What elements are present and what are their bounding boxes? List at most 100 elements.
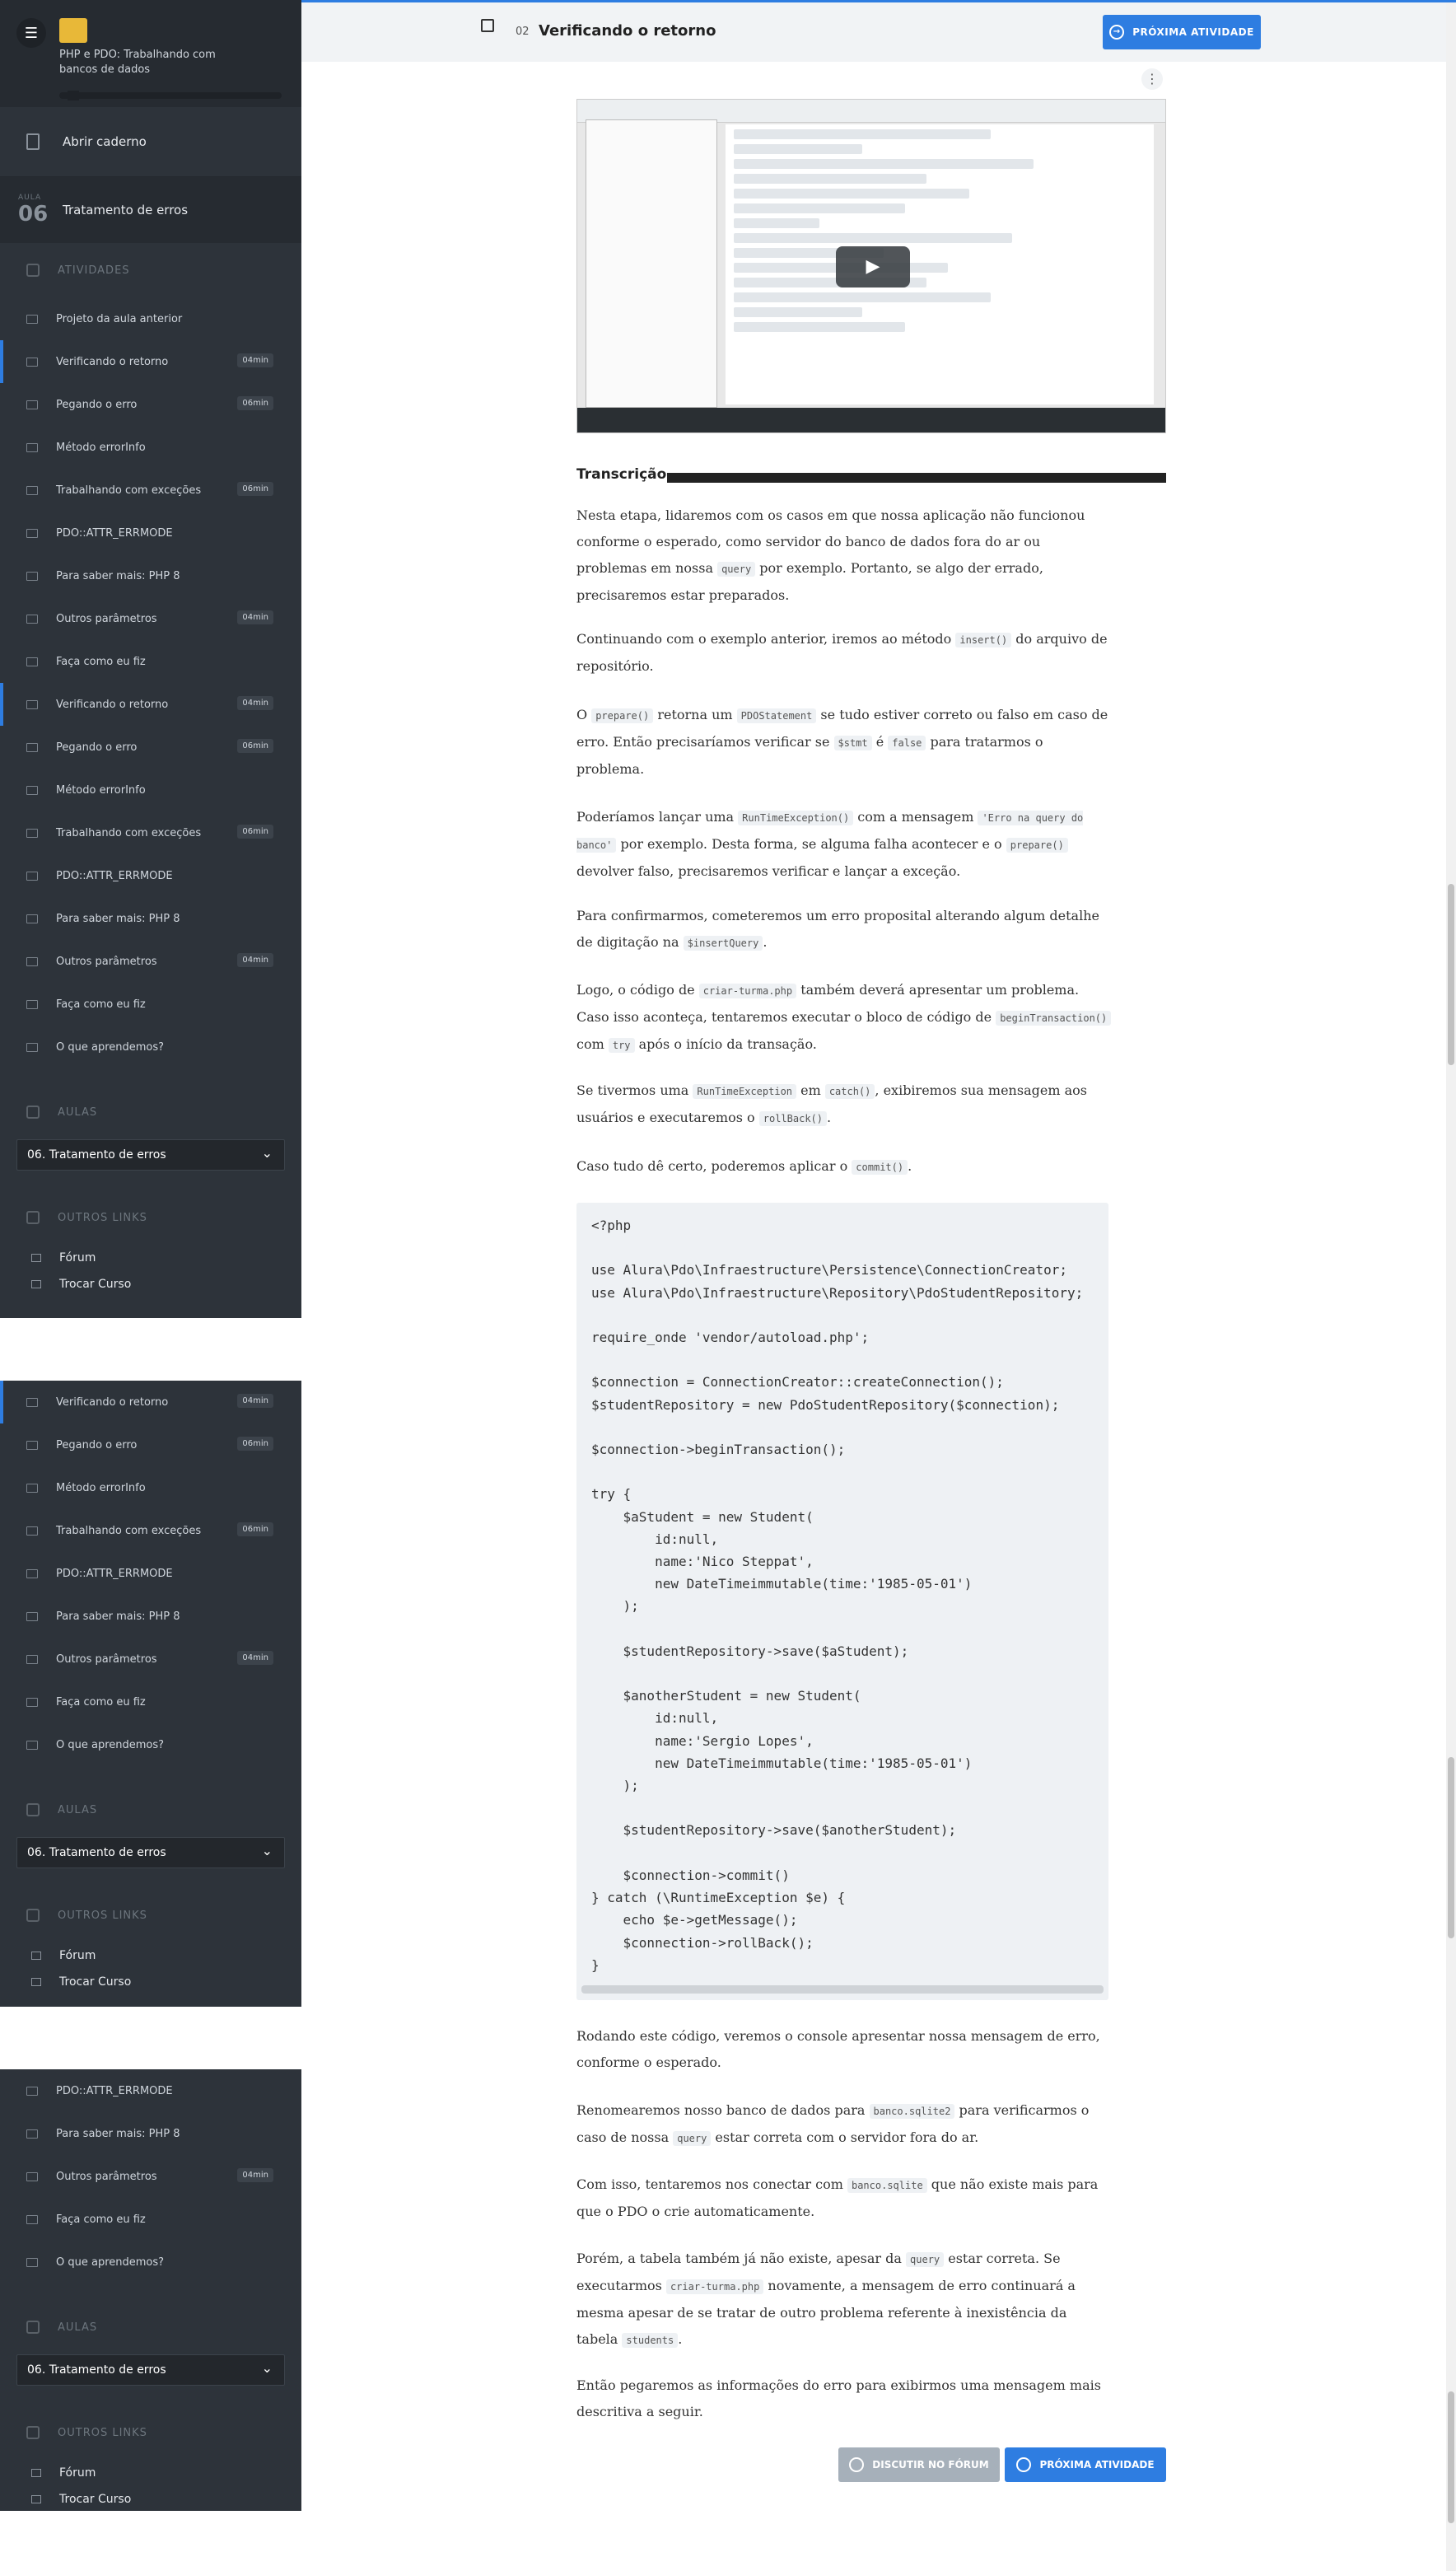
scrollbar-thumb[interactable] — [1448, 2391, 1454, 2523]
activity-item[interactable]: Para saber mais: PHP 8 — [0, 1595, 301, 1638]
activity-item[interactable]: Outros parâmetros 04min — [0, 597, 301, 640]
duration-badge: 04min — [237, 953, 273, 967]
class-select[interactable]: 06. Tratamento de erros — [16, 1837, 285, 1868]
activity-topbar: 02 Verificando o retorno → PRÓXIMA ATIVID… — [301, 2, 1446, 62]
activity-item[interactable]: Método errorInfo — [0, 769, 301, 811]
activity-item-active[interactable]: Verificando o retorno 04min — [0, 683, 301, 726]
activity-item[interactable]: O que aprendemos? — [0, 1723, 301, 1766]
change-course-link[interactable]: Trocar Curso — [0, 2486, 301, 2513]
video-icon — [26, 1397, 38, 1407]
activity-item[interactable]: Faça como eu fiz — [0, 2198, 301, 2241]
forum-link[interactable]: Fórum — [0, 1245, 301, 1271]
paragraph: Continuando com o exemplo anterior, irem… — [576, 631, 1108, 674]
activity-item[interactable]: Trabalhando com exceções 06min — [0, 811, 301, 854]
activity-item[interactable]: Faça como eu fiz — [0, 1680, 301, 1723]
activity-item[interactable]: Para saber mais: PHP 8 — [0, 2112, 301, 2155]
activity-item[interactable]: Pegando o erro 06min — [0, 383, 301, 426]
forum-icon — [849, 2457, 865, 2472]
sidebar: ☰ PHP e PDO: Trabalhando com bancos de d… — [0, 0, 301, 1318]
play-button[interactable]: ▶ — [836, 246, 910, 287]
activity-label: PDO::ATTR_ERRMODE — [56, 869, 173, 882]
activity-item[interactable]: Método errorInfo — [0, 1466, 301, 1509]
forum-link[interactable]: Fórum — [0, 2460, 301, 2486]
activity-item[interactable]: Outros parâmetros 04min — [0, 940, 301, 983]
forum-icon — [31, 1254, 41, 1262]
activity-label: Faça como eu fiz — [56, 998, 146, 1011]
arrow-right-icon: → — [1109, 25, 1125, 40]
next-activity-button[interactable]: → PRÓXIMA ATIVIDADE — [1103, 15, 1261, 49]
activity-label: O que aprendemos? — [56, 1738, 165, 1751]
class-select[interactable]: 06. Tratamento de erros — [16, 2354, 285, 2386]
activity-item[interactable]: Outros parâmetros 04min — [0, 2155, 301, 2198]
activity-title: Verificando o retorno — [539, 22, 716, 40]
links-heading-label: OUTROS LINKS — [58, 1211, 147, 1224]
activity-item[interactable]: Outros parâmetros 04min — [0, 1638, 301, 1680]
activity-item[interactable]: Para saber mais: PHP 8 — [0, 897, 301, 940]
activity-item[interactable]: Para saber mais: PHP 8 — [0, 554, 301, 597]
activity-item[interactable]: Faça como eu fiz — [0, 983, 301, 1026]
video-toolbar: ⋮ — [301, 62, 1446, 95]
forum-link[interactable]: Fórum — [0, 1942, 301, 1969]
activity-item[interactable]: Pegando o erro 06min — [0, 726, 301, 769]
code-block: <?php use Alura\Pdo\Infraestructure\Pers… — [576, 1203, 1108, 2000]
paragraph: Renomearemos nosso banco de dados para b… — [576, 2102, 1090, 2146]
activity-label: Verificando o retorno — [56, 698, 169, 711]
paragraph: Caso tudo dê certo, poderemos aplicar o … — [576, 1158, 912, 1175]
activity-item[interactable]: PDO::ATTR_ERRMODE — [0, 1552, 301, 1595]
video-icon — [26, 699, 38, 709]
scrollbar-thumb[interactable] — [1448, 884, 1454, 1065]
video-player[interactable]: ▶ — [576, 99, 1166, 433]
list-icon — [26, 528, 38, 538]
activity-item[interactable]: PDO::ATTR_ERRMODE — [0, 512, 301, 554]
code-horizontal-scrollbar[interactable] — [581, 1985, 1104, 1994]
activity-item[interactable]: PDO::ATTR_ERRMODE — [0, 854, 301, 897]
activity-item[interactable]: Faça como eu fiz — [0, 640, 301, 683]
swap-icon — [31, 1280, 41, 1288]
classes-heading-label: AULAS — [58, 2321, 98, 2334]
classes-heading-label: AULAS — [58, 1803, 98, 1816]
next-activity-button-bottom[interactable]: PRÓXIMA ATIVIDADE — [1005, 2447, 1166, 2482]
activity-item[interactable]: Método errorInfo — [0, 426, 301, 469]
next-activity-label: PRÓXIMA ATIVIDADE — [1039, 2459, 1155, 2470]
video-icon — [26, 357, 38, 367]
activity-label: Verificando o retorno — [56, 1395, 169, 1409]
open-notebook-link[interactable]: Abrir caderno — [0, 107, 301, 177]
activity-item[interactable]: Pegando o erro 06min — [0, 1423, 301, 1466]
list-icon — [26, 2086, 38, 2096]
expand-icon[interactable] — [481, 19, 494, 32]
activity-item[interactable]: Trabalhando com exceções 06min — [0, 1509, 301, 1552]
activity-item[interactable]: Projeto da aula anterior — [0, 297, 301, 340]
menu-toggle-button[interactable]: ☰ — [16, 18, 46, 48]
duration-badge: 06min — [237, 739, 273, 753]
links-heading-label: OUTROS LINKS — [58, 1909, 147, 1922]
forum-link-label: Fórum — [59, 2466, 96, 2480]
activity-label: Para saber mais: PHP 8 — [56, 912, 180, 925]
classes-icon — [26, 1803, 40, 1816]
scrollbar-thumb[interactable] — [1448, 1757, 1454, 1938]
activity-icon — [26, 314, 38, 324]
activity-item[interactable]: PDO::ATTR_ERRMODE — [0, 2069, 301, 2112]
duration-badge: 06min — [237, 396, 273, 410]
duration-badge: 06min — [237, 482, 273, 496]
links-icon — [26, 2426, 40, 2439]
activity-item-active[interactable]: Verificando o retorno 04min — [0, 1381, 301, 1423]
book-icon — [26, 657, 38, 666]
progress-marker — [68, 91, 79, 101]
video-icon — [26, 828, 38, 838]
activity-label: Outros parâmetros — [56, 1652, 157, 1666]
change-course-link[interactable]: Trocar Curso — [0, 1969, 301, 1995]
course-title[interactable]: PHP e PDO: Trabalhando com bancos de dad… — [59, 48, 216, 77]
activity-item[interactable]: O que aprendemos? — [0, 1026, 301, 1068]
activity-item-active[interactable]: Verificando o retorno 04min — [0, 340, 301, 383]
discuss-forum-button[interactable]: DISCUTIR NO FÓRUM — [838, 2447, 1000, 2482]
change-course-link[interactable]: Trocar Curso — [0, 1271, 301, 1297]
next-activity-label: PRÓXIMA ATIVIDADE — [1132, 26, 1254, 38]
change-course-link-label: Trocar Curso — [59, 1975, 132, 1989]
activity-item[interactable]: Trabalhando com exceções 06min — [0, 469, 301, 512]
more-options-icon[interactable]: ⋮ — [1141, 68, 1163, 90]
page-scrollbar[interactable] — [1446, 2, 1456, 2571]
activity-item[interactable]: O que aprendemos? — [0, 2241, 301, 2284]
discuss-forum-label: DISCUTIR NO FÓRUM — [872, 2459, 989, 2470]
forum-icon — [31, 2469, 41, 2477]
class-select[interactable]: 06. Tratamento de erros — [16, 1139, 285, 1171]
